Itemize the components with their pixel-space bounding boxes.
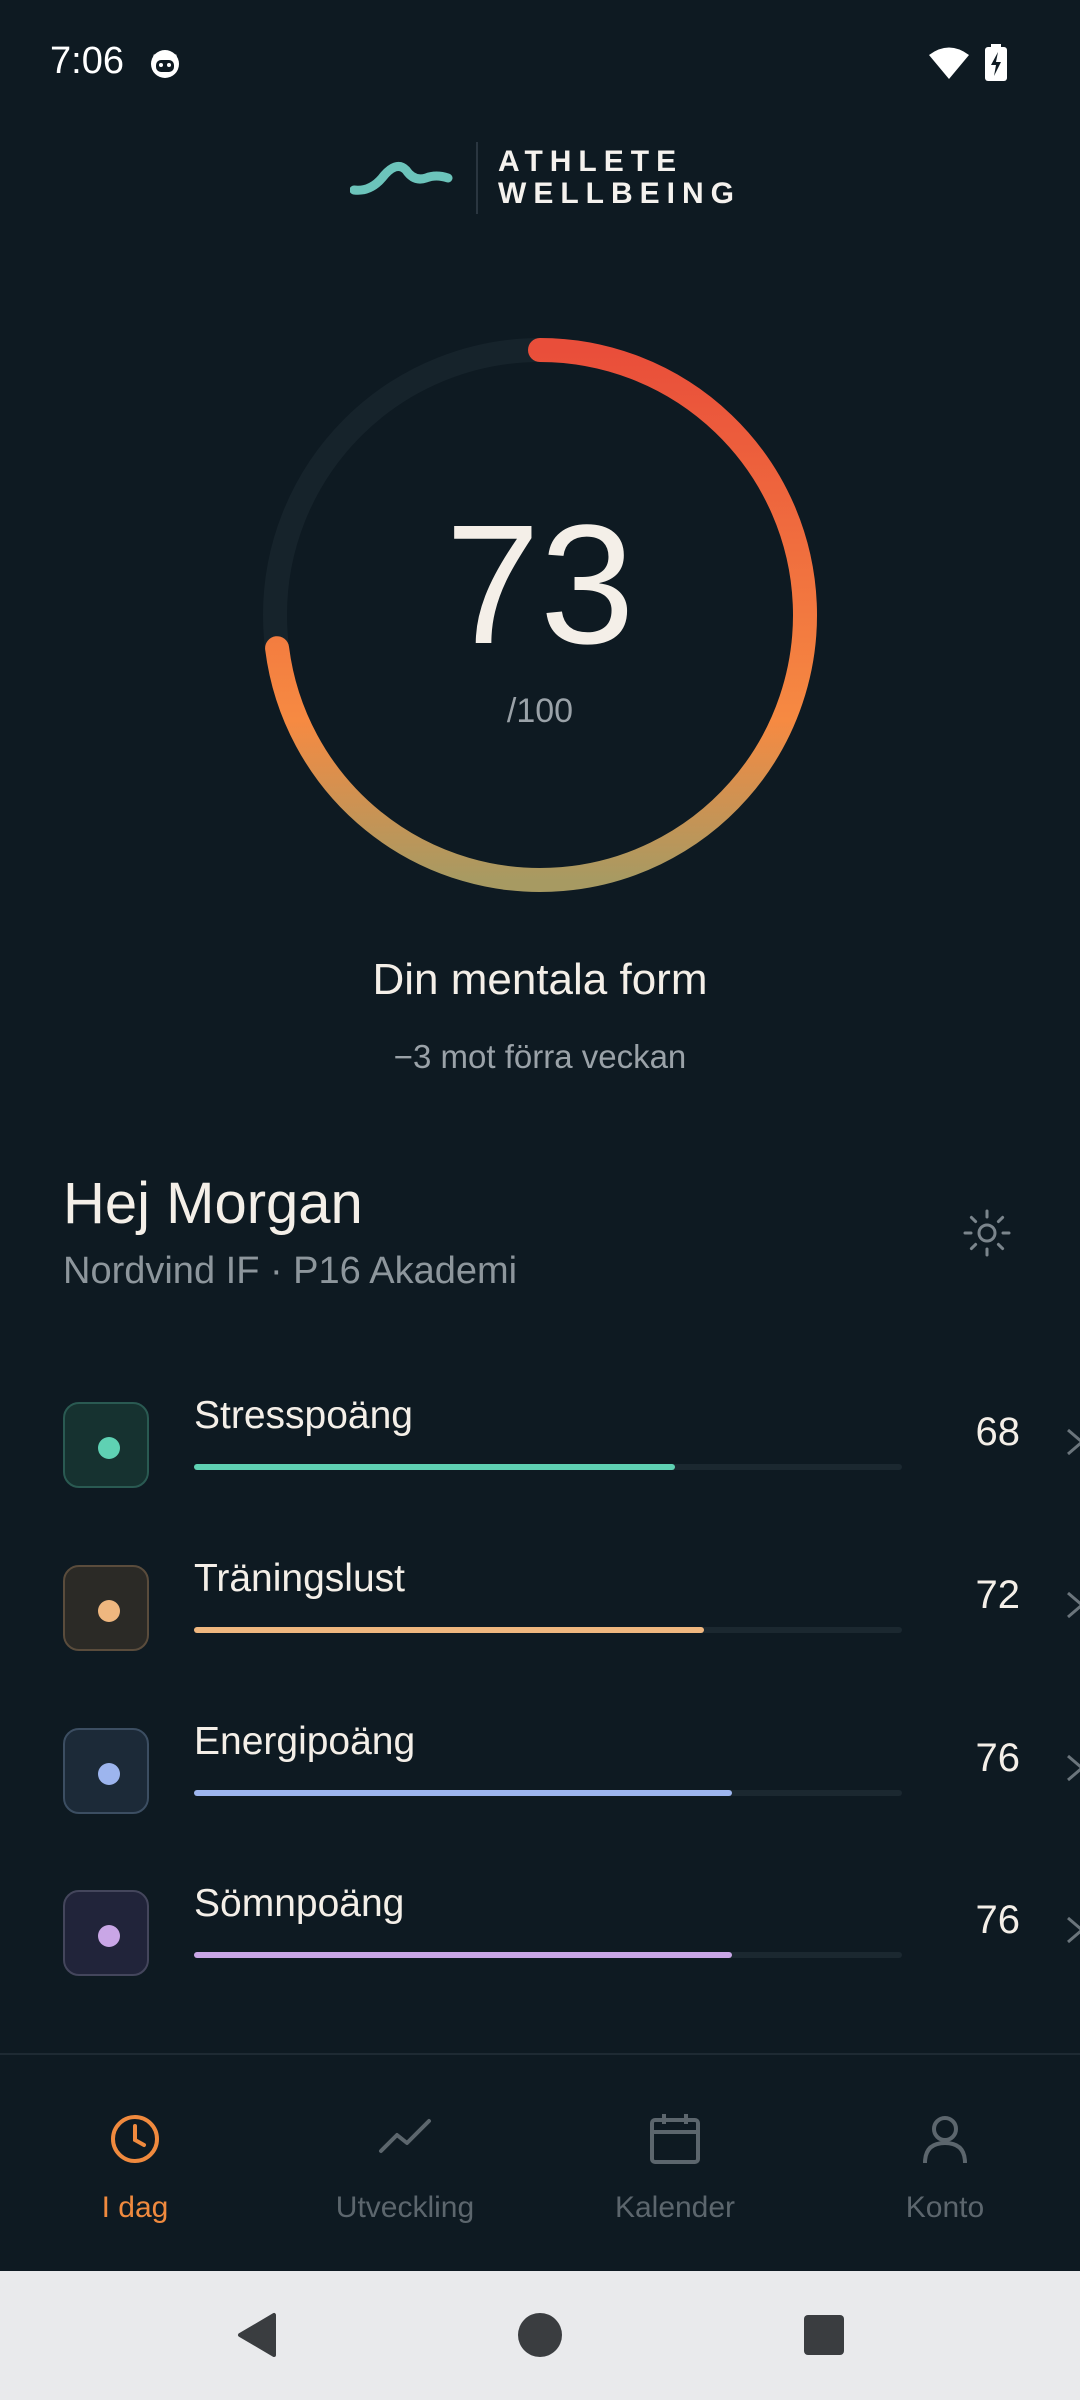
metric-chip: [63, 1565, 149, 1651]
nav-tab-calendar[interactable]: Kalender: [540, 2055, 810, 2273]
metric-value: 76: [975, 1736, 1021, 1780]
metric-dot: [98, 1925, 120, 1947]
status-bar: 7:06: [0, 0, 1080, 128]
metric-value: 76: [975, 1898, 1021, 1942]
chevron-right-icon: [1067, 1754, 1080, 1782]
brand-header: ATHLETE WELLBEING: [350, 140, 750, 220]
sun-icon[interactable]: [962, 1208, 1012, 1258]
mental-form-title: Din mentala form: [372, 955, 708, 1004]
metric-dot: [98, 1437, 120, 1459]
metric-progress-fill: [194, 1627, 704, 1633]
brand-wordmark: ATHLETE WELLBEING: [498, 146, 741, 210]
metric-progress-track: [194, 1464, 902, 1470]
mental-form-change: −3 mot förra veckan: [393, 1038, 687, 1075]
metric-label: Energipoäng: [194, 1720, 416, 1763]
metric-value: 68: [975, 1410, 1021, 1454]
chevron-right-icon: [1067, 1591, 1080, 1619]
system-navigation-bar: [0, 2271, 1080, 2400]
battery-charging-icon: [985, 44, 1007, 81]
brand-line-1: ATHLETE: [498, 145, 684, 178]
greeting: Hej Morgan: [63, 1171, 363, 1236]
home-icon[interactable]: [516, 2311, 564, 2359]
wave-logo-icon: [350, 161, 453, 195]
metric-label: Stresspoäng: [194, 1394, 413, 1437]
nav-label: Kalender: [614, 2191, 736, 2224]
metric-label: Träningslust: [194, 1557, 405, 1600]
team-name: Nordvind IF · P16 Akademi: [63, 1250, 518, 1292]
chevron-right-icon: [1067, 1916, 1080, 1944]
nav-label: Konto: [905, 2191, 985, 2224]
metric-dot: [98, 1600, 120, 1622]
metric-row-sleep[interactable]: Sömnpoäng 76: [0, 1876, 1080, 1996]
metric-dot: [98, 1763, 120, 1785]
metric-row-training[interactable]: Träningslust 72: [0, 1551, 1080, 1671]
brand-divider: [476, 142, 478, 214]
metric-chip: [63, 1890, 149, 1976]
metric-progress-fill: [194, 1952, 733, 1958]
nav-label: Utveckling: [335, 2191, 475, 2224]
clock-icon: [111, 2115, 159, 2163]
nav-label: I dag: [101, 2191, 169, 2224]
trend-icon: [379, 2119, 431, 2153]
metric-chip: [63, 1402, 149, 1488]
calendar-icon: [650, 2114, 700, 2164]
metric-chip: [63, 1728, 149, 1814]
recents-icon[interactable]: [800, 2311, 848, 2359]
metric-value: 72: [975, 1573, 1021, 1617]
chevron-right-icon: [1067, 1428, 1080, 1456]
notification-cat-icon: [151, 50, 179, 78]
metric-progress-fill: [194, 1464, 676, 1470]
score-value: 73: [445, 490, 635, 680]
metric-progress-track: [194, 1952, 902, 1958]
metric-row-energy[interactable]: Energipoäng 76: [0, 1714, 1080, 1834]
metric-progress-track: [194, 1627, 902, 1633]
metric-row-stress[interactable]: Stresspoäng 68: [0, 1388, 1080, 1508]
status-time: 7:06: [50, 40, 124, 82]
metric-progress-fill: [194, 1790, 733, 1796]
nav-tab-account[interactable]: Konto: [810, 2055, 1080, 2273]
person-icon: [923, 2116, 967, 2164]
metric-label: Sömnpoäng: [194, 1882, 405, 1925]
wifi-icon: [929, 47, 969, 79]
nav-tab-progress[interactable]: Utveckling: [270, 2055, 540, 2273]
back-icon[interactable]: [234, 2311, 282, 2359]
brand-line-2: WELLBEING: [498, 177, 741, 210]
nav-tab-today[interactable]: I dag: [0, 2055, 270, 2273]
metric-progress-track: [194, 1790, 902, 1796]
bottom-navigation: I dag Utveckling Kalender Konto: [0, 2053, 1080, 2273]
mental-form-gauge: 73 /100: [255, 330, 825, 900]
score-max: /100: [506, 692, 574, 730]
